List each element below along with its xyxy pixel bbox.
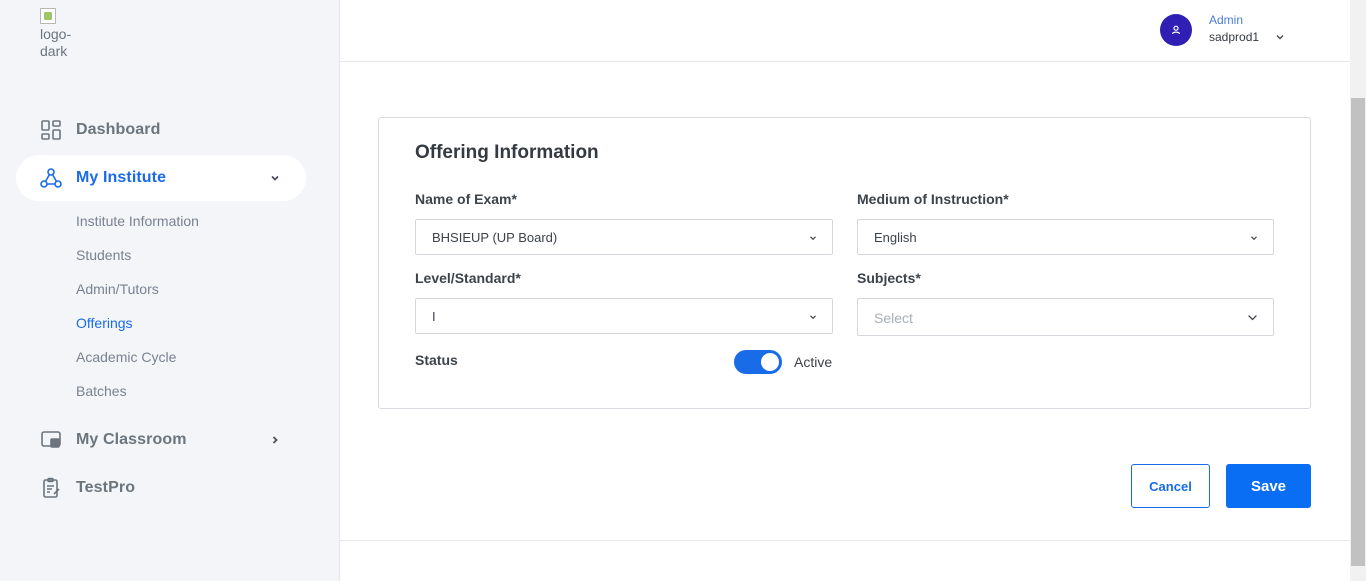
dashboard-icon	[41, 120, 61, 140]
exam-value: BHSIEUP (UP Board)	[432, 230, 558, 245]
chevron-down-icon	[810, 315, 816, 320]
sidebar-item-label: TestPro	[76, 479, 136, 496]
medium-value: English	[874, 230, 917, 245]
exam-select[interactable]: BHSIEUP (UP Board)	[415, 219, 833, 255]
user-icon	[1171, 25, 1181, 35]
exam-label: Name of Exam*	[415, 191, 517, 207]
institute-icon	[40, 168, 62, 188]
chevron-down-icon	[810, 236, 816, 241]
sidebar-item-testpro[interactable]: TestPro	[16, 465, 306, 511]
avatar[interactable]	[1160, 14, 1192, 46]
testpro-icon	[43, 477, 60, 498]
subnav-admin-tutors[interactable]: Admin/Tutors	[76, 281, 159, 297]
sidebar-item-label: My Institute	[76, 169, 167, 186]
level-select[interactable]: I	[415, 298, 833, 334]
classroom-icon	[41, 431, 61, 448]
chevron-right-icon	[272, 436, 278, 444]
cancel-button[interactable]: Cancel	[1131, 464, 1210, 508]
subjects-placeholder: Select	[874, 310, 913, 326]
subnav-institute-information[interactable]: Institute Information	[76, 213, 199, 229]
medium-select[interactable]: English	[857, 219, 1274, 255]
status-toggle[interactable]	[734, 350, 782, 374]
sidebar-item-label: My Classroom	[76, 431, 187, 448]
chevron-down-icon	[271, 175, 279, 181]
toggle-knob	[761, 353, 779, 371]
medium-label: Medium of Instruction*	[857, 191, 1009, 207]
logo[interactable]: logo-dark	[40, 8, 80, 58]
user-role: Admin	[1209, 13, 1244, 27]
logo-alt-text: logo-dark	[40, 26, 72, 58]
user-name[interactable]: sadprod1	[1209, 30, 1259, 44]
footer-divider	[340, 540, 1350, 541]
page-title: Offering Information	[415, 142, 599, 163]
broken-image-icon	[40, 8, 56, 24]
subjects-label: Subjects*	[857, 270, 921, 286]
sidebar: logo-dark Dashboard My Institute Institu…	[0, 0, 340, 581]
subnav-offerings[interactable]: Offerings	[76, 315, 133, 331]
subnav-students[interactable]: Students	[76, 247, 131, 263]
sidebar-item-my-classroom[interactable]: My Classroom	[16, 417, 306, 463]
sidebar-item-my-institute[interactable]: My Institute	[16, 155, 306, 201]
status-label: Status	[415, 352, 458, 368]
subnav-batches[interactable]: Batches	[76, 383, 127, 399]
subjects-select[interactable]: Select	[857, 298, 1274, 336]
chevron-down-icon[interactable]	[1274, 31, 1286, 43]
subnav-academic-cycle[interactable]: Academic Cycle	[76, 349, 176, 365]
level-label: Level/Standard*	[415, 270, 521, 286]
chevron-down-icon	[1251, 236, 1257, 241]
sidebar-item-label: Dashboard	[76, 121, 161, 138]
sidebar-item-dashboard[interactable]: Dashboard	[16, 107, 306, 153]
top-header: Admin sadprod1	[340, 0, 1350, 62]
status-value: Active	[794, 354, 833, 370]
scrollbar-thumb[interactable]	[1351, 98, 1365, 566]
level-value: I	[432, 309, 436, 324]
chevron-down-icon	[1248, 315, 1257, 321]
save-button[interactable]: Save	[1226, 464, 1311, 508]
